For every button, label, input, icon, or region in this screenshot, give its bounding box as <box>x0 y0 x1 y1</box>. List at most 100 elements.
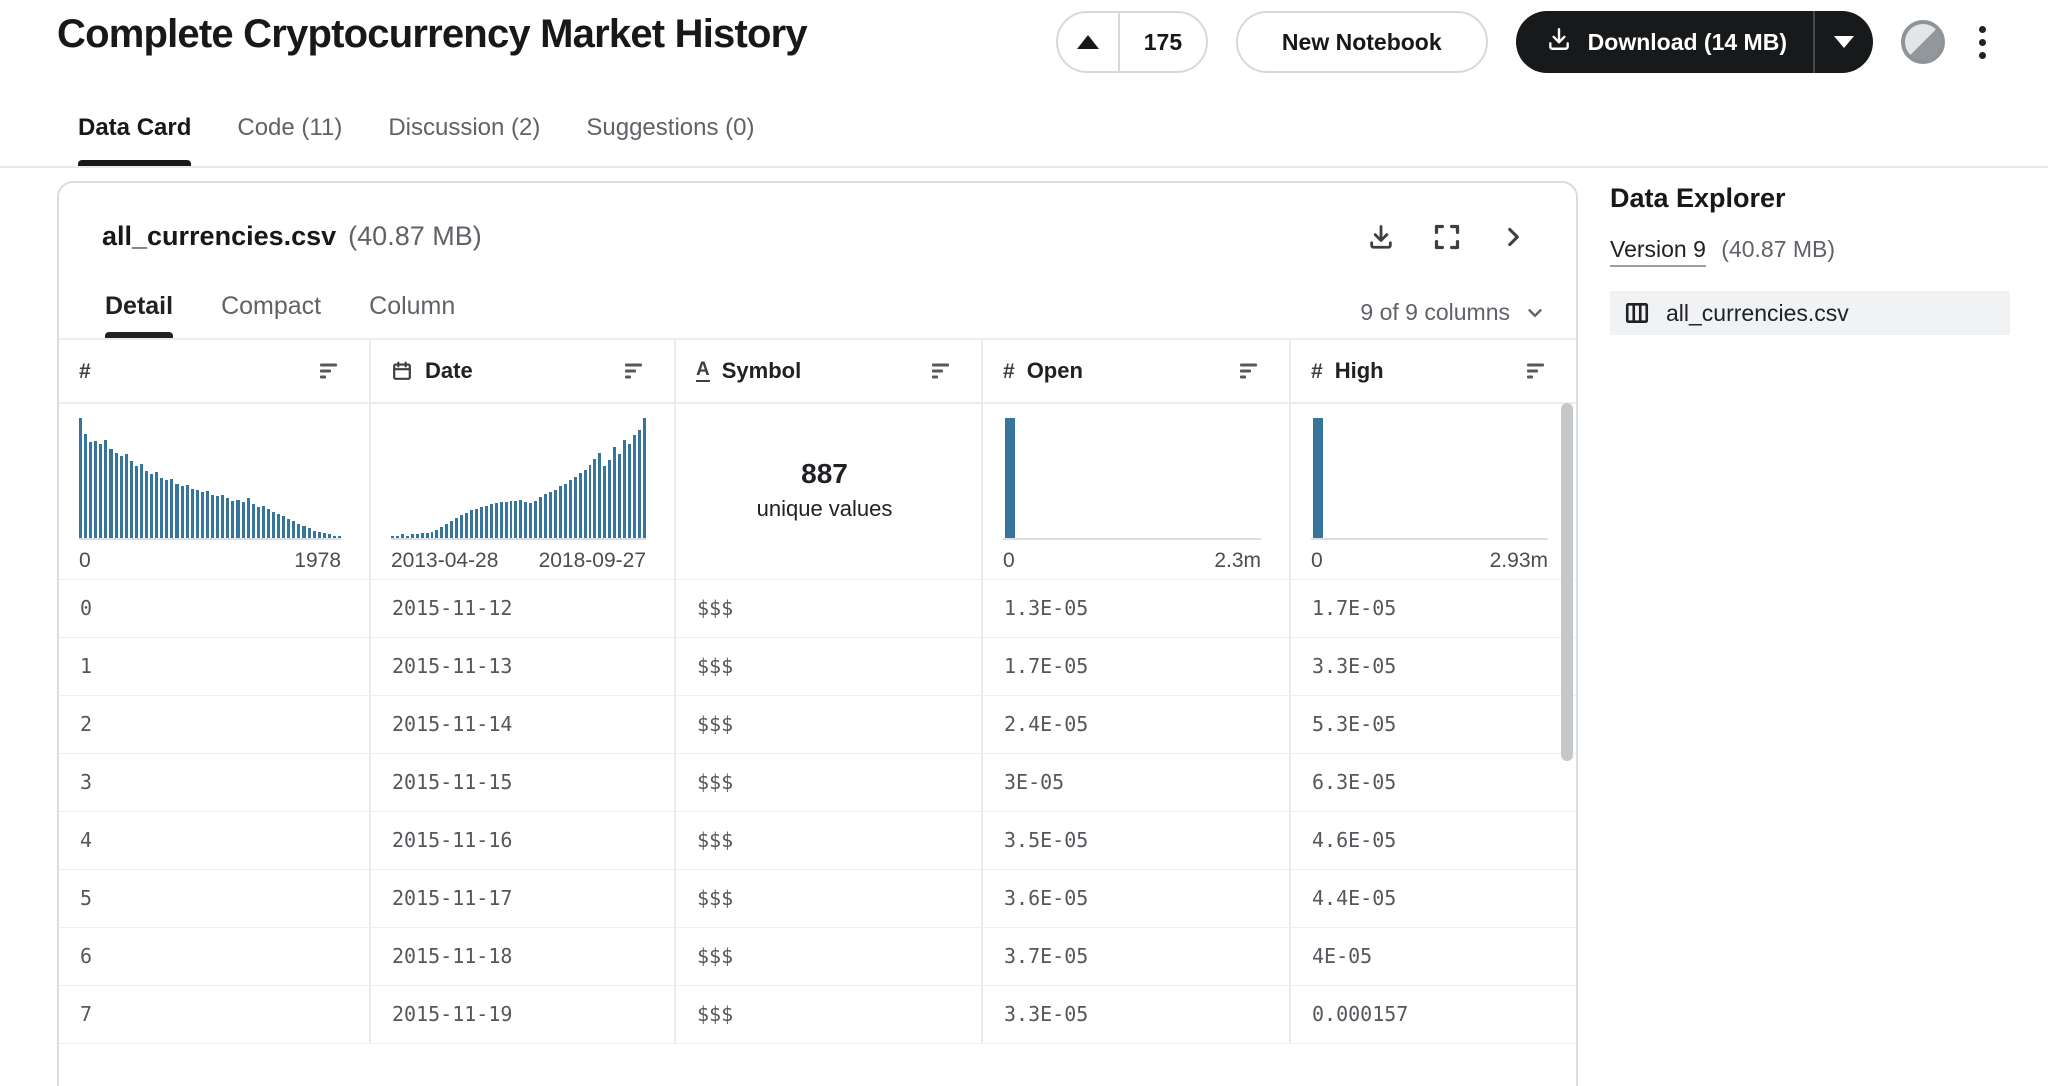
upvote-caret-icon <box>1076 35 1099 49</box>
tab-compact[interactable]: Compact <box>221 282 321 338</box>
table-cell: 7 <box>59 986 371 1044</box>
column-header-open[interactable]: # Open <box>983 340 1291 404</box>
table-cell: 1.3E-05 <box>983 580 1291 638</box>
table-scrollbar-thumb[interactable] <box>1561 403 1573 761</box>
histogram-bar <box>89 442 93 538</box>
column-header-label: Symbol <box>721 358 802 383</box>
histogram-bar <box>637 430 641 538</box>
histogram-bar <box>94 440 98 538</box>
filter-icon[interactable] <box>1527 363 1548 379</box>
text-type-icon: A <box>696 359 710 382</box>
histogram-bar <box>603 466 607 538</box>
tab-column[interactable]: Column <box>369 282 455 338</box>
chevron-down-icon <box>1528 308 1542 317</box>
histogram-bar <box>420 533 424 538</box>
tab-suggestions[interactable]: Suggestions (0) <box>586 106 754 166</box>
histogram-max-label: 2018-09-27 <box>538 549 646 572</box>
upvote-button[interactable]: 175 <box>1055 11 1208 73</box>
histogram-bar <box>440 527 444 538</box>
histogram-bar <box>509 500 513 538</box>
histogram-bar <box>175 484 179 538</box>
card-download-button[interactable] <box>1366 222 1396 252</box>
histogram-bar <box>479 506 483 538</box>
download-button[interactable]: Download (14 MB) <box>1515 11 1873 73</box>
card-fullscreen-button[interactable] <box>1432 222 1462 252</box>
usability-rating-icon[interactable] <box>1901 20 1945 64</box>
histogram-bar <box>205 491 210 538</box>
table-cell: 2015-11-14 <box>371 696 676 754</box>
file-item-all-currencies[interactable]: all_currencies.csv <box>1610 291 2010 335</box>
histogram-bar <box>514 500 518 538</box>
histogram-bar <box>185 485 189 538</box>
histogram-bar <box>593 458 597 538</box>
histogram-bar <box>226 498 230 538</box>
new-notebook-button[interactable]: New Notebook <box>1235 11 1488 73</box>
download-options-button[interactable] <box>1815 11 1873 73</box>
filter-icon[interactable] <box>1240 363 1261 379</box>
tab-code[interactable]: Code (11) <box>237 106 342 166</box>
histogram-bar <box>312 530 316 538</box>
histogram-bar <box>539 497 543 538</box>
histogram-min-label: 0 <box>1311 549 1323 572</box>
histogram-bar <box>99 444 103 538</box>
version-link[interactable]: Version 9 <box>1610 236 1706 267</box>
histogram-bar <box>251 504 255 538</box>
file-item-label: all_currencies.csv <box>1666 299 1849 326</box>
table-cell: $$$ <box>676 696 983 754</box>
histogram-bar <box>216 496 220 538</box>
histogram-bar <box>578 473 582 538</box>
histogram-bar <box>241 502 245 538</box>
histogram-plot <box>391 418 646 540</box>
histogram-bar <box>317 532 321 538</box>
tab-discussion[interactable]: Discussion (2) <box>388 106 540 166</box>
calendar-icon <box>393 361 411 380</box>
table-cell: 2015-11-18 <box>371 928 676 986</box>
column-header-date[interactable]: Date <box>371 340 676 404</box>
upvote-caret-zone[interactable] <box>1058 13 1118 71</box>
card-next-columns-button[interactable] <box>1498 222 1528 252</box>
data-table: # Date A Symbol # Open # High 0 1978 2013-04-28 201… <box>59 338 1576 1044</box>
histogram-bar <box>623 439 626 538</box>
columns-dropdown[interactable]: 9 of 9 columns <box>1360 299 1546 338</box>
table-cell: 4 <box>59 812 371 870</box>
filter-icon[interactable] <box>625 363 646 379</box>
upvote-count[interactable]: 175 <box>1120 29 1206 56</box>
column-header-high[interactable]: # High <box>1291 340 1576 404</box>
filter-icon[interactable] <box>320 363 341 379</box>
column-header-symbol[interactable]: A Symbol <box>676 340 983 404</box>
histogram-bar <box>583 469 587 538</box>
column-header-index[interactable]: # <box>59 340 371 404</box>
histogram-bar <box>211 494 215 538</box>
table-cell: $$$ <box>676 870 983 928</box>
histogram-bar <box>499 502 503 538</box>
histogram-plot <box>1003 418 1261 540</box>
filter-icon[interactable] <box>932 363 953 379</box>
table-cell: 2.4E-05 <box>983 696 1291 754</box>
table-cell: 2 <box>59 696 371 754</box>
histogram-bar <box>455 517 459 538</box>
histogram-plot <box>1311 418 1548 540</box>
histogram-bar <box>430 532 434 538</box>
histogram-max-label: 2.93m <box>1489 549 1548 572</box>
file-card-header: all_currencies.csv (40.87 MB) <box>59 183 1576 252</box>
histogram-bar <box>494 503 498 538</box>
histogram-bar <box>1313 418 1323 538</box>
histogram-bar <box>129 461 133 538</box>
histogram-bar <box>534 500 538 538</box>
tab-data-card[interactable]: Data Card <box>78 106 192 166</box>
histogram-bar <box>504 502 508 538</box>
kaggle-dataset-page: Complete Cryptocurrency Market History 1… <box>0 0 2048 1086</box>
histogram-high: 0 2.93m <box>1291 404 1576 580</box>
histogram-bar <box>573 476 577 538</box>
histogram-bar <box>608 460 612 538</box>
histogram-bar <box>302 526 306 538</box>
table-cell: 2015-11-15 <box>371 754 676 812</box>
histogram-bar <box>327 534 331 538</box>
table-cell: 1.7E-05 <box>983 638 1291 696</box>
table-cell: 3.3E-05 <box>1291 638 1576 696</box>
table-cell: 3.5E-05 <box>983 812 1291 870</box>
histogram-bar <box>165 480 169 538</box>
tab-detail[interactable]: Detail <box>105 282 174 338</box>
download-label: Download (14 MB) <box>1587 28 1787 55</box>
more-options-button[interactable] <box>1973 20 1992 65</box>
